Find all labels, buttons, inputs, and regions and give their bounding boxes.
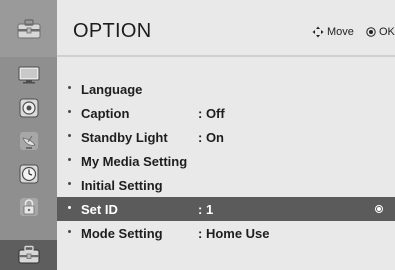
toolbox-icon xyxy=(16,244,42,266)
menu-item-label: Language xyxy=(81,81,143,97)
menu-item-label: Caption xyxy=(81,105,130,121)
four-way-arrow-icon xyxy=(312,26,324,38)
menu-item-value: : 1 xyxy=(198,201,214,217)
rail-header xyxy=(0,0,57,57)
ok-select-icon xyxy=(375,205,383,213)
menu-item-label: My Media Setting xyxy=(81,153,188,169)
rail-item-option[interactable] xyxy=(0,240,57,270)
rail-item-channel[interactable] xyxy=(0,126,57,156)
menu-item-caption[interactable]: Caption : Off xyxy=(57,101,395,125)
menu-item-my-media-setting[interactable]: My Media Setting xyxy=(57,149,395,173)
rail-item-lock[interactable] xyxy=(0,192,57,222)
bullet-icon xyxy=(68,110,71,113)
move-hint-label: Move xyxy=(327,26,354,38)
bullet-icon xyxy=(68,134,71,137)
speaker-audio-icon xyxy=(16,97,42,119)
rail-item-time[interactable] xyxy=(0,159,57,189)
menu-header: OPTION Move OK xyxy=(57,0,395,57)
clock-time-icon xyxy=(16,163,42,185)
option-list: Language Caption : Off Standby Light : O… xyxy=(57,77,395,245)
option-panel: Language Caption : Off Standby Light : O… xyxy=(57,57,395,270)
menu-item-value: : On xyxy=(198,129,224,145)
menu-item-mode-setting[interactable]: Mode Setting : Home Use xyxy=(57,221,395,245)
option-menu-screen: OPTION Move OK Language Caption: Off St… xyxy=(0,0,395,270)
padlock-icon xyxy=(16,196,42,218)
rail-item-audio[interactable] xyxy=(0,93,57,123)
satellite-dish-icon xyxy=(16,130,42,152)
menu-item-language[interactable]: Language xyxy=(57,77,395,101)
menu-item-initial-setting[interactable]: Initial Setting xyxy=(57,173,395,197)
toolbox-icon xyxy=(17,18,40,38)
bullet-icon xyxy=(68,206,71,209)
bullet-icon xyxy=(68,182,71,185)
menu-item-value: : Home Use xyxy=(198,225,270,241)
menu-item-value: : Off xyxy=(198,105,225,121)
bullet-icon xyxy=(68,86,71,89)
menu-item-label: Initial Setting xyxy=(81,177,163,193)
page-title: OPTION xyxy=(73,20,152,42)
move-hint: Move xyxy=(312,26,354,38)
ok-button-icon xyxy=(366,27,376,37)
rail-item-picture[interactable] xyxy=(0,60,57,90)
tv-picture-icon xyxy=(16,64,42,86)
ok-hint: OK xyxy=(366,26,395,38)
menu-item-set-id[interactable]: Set ID : 1 xyxy=(57,197,395,221)
menu-item-standby-light[interactable]: Standby Light : On xyxy=(57,125,395,149)
bullet-icon xyxy=(68,158,71,161)
menu-item-label: Mode Setting xyxy=(81,225,163,241)
bullet-icon xyxy=(68,230,71,233)
ok-hint-label: OK xyxy=(379,26,395,38)
category-rail xyxy=(0,0,57,270)
menu-item-label: Set ID xyxy=(81,201,118,217)
menu-item-label: Standby Light xyxy=(81,129,168,145)
